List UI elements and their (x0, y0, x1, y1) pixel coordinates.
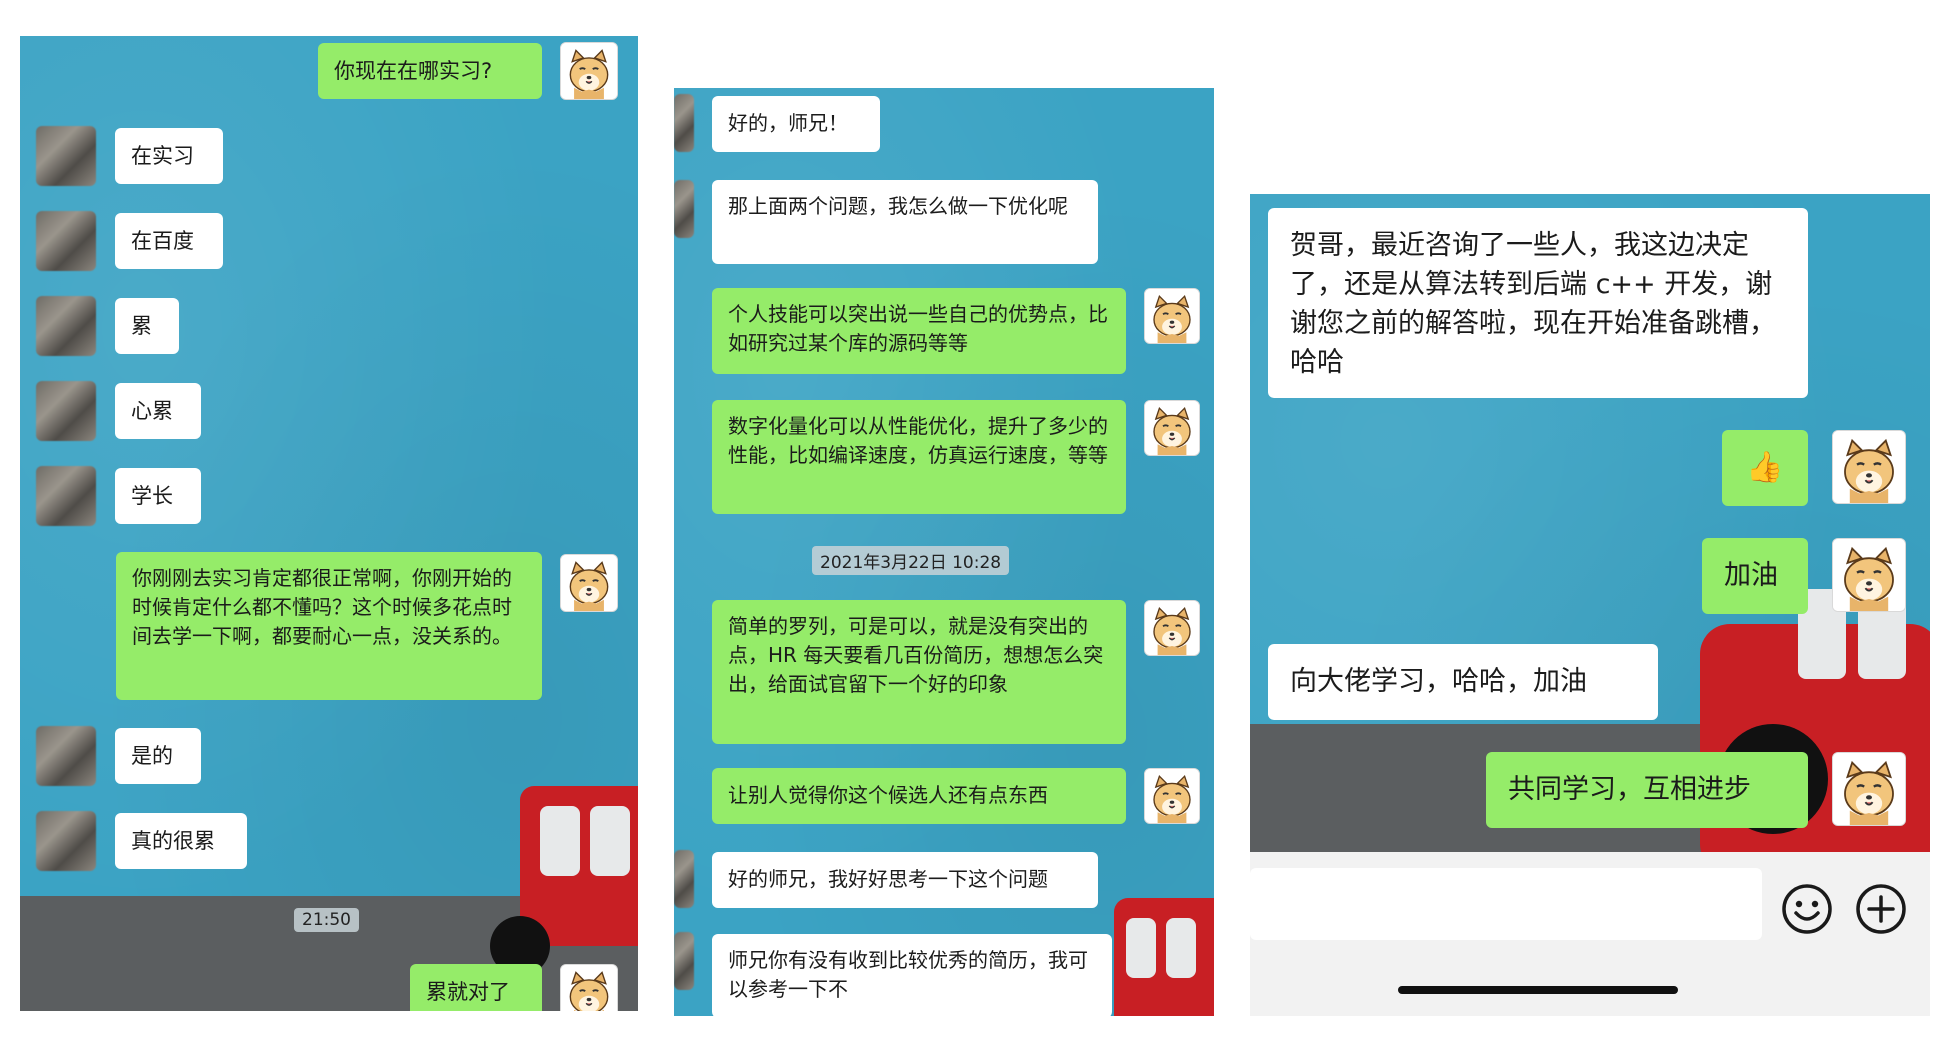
avatar-self[interactable] (1144, 400, 1200, 456)
avatar-contact[interactable] (36, 381, 96, 441)
thumbs-up-icon: 👍 (1746, 450, 1784, 486)
wallpaper-car-window (540, 806, 580, 876)
shiba-avatar-icon (1833, 431, 1905, 503)
message-bubble-contact[interactable]: 累 (115, 298, 179, 354)
avatar-self[interactable] (1832, 538, 1906, 612)
shiba-avatar-icon (1145, 769, 1199, 823)
avatar-contact[interactable] (36, 126, 96, 186)
message-bubble-contact[interactable]: 在实习 (115, 128, 223, 184)
avatar-contact[interactable] (674, 94, 694, 152)
avatar-self[interactable] (1144, 288, 1200, 344)
message-bubble-self[interactable]: 数字化量化可以从性能优化，提升了多少的性能，比如编译速度，仿真运行速度，等等 (712, 400, 1126, 514)
chat-panel-middle: 好的，师兄！ 那上面两个问题，我怎么做一下优化呢 个人技能可以突出说一些自己的优… (674, 88, 1214, 1016)
chat-panel-left: 你现在在哪实习? 在实习 在百度 累 心累 学长 你刚刚去实习肯定都很正常啊，你… (20, 36, 638, 1011)
message-bubble-self[interactable]: 共同学习，互相进步 (1486, 752, 1808, 828)
message-bubble-contact[interactable]: 好的，师兄！ (712, 96, 880, 152)
message-bubble-contact[interactable]: 师兄你有没有收到比较优秀的简历，我可以参考一下不 (712, 934, 1112, 1016)
wallpaper-car-window (1166, 918, 1196, 978)
message-bubble-self[interactable]: 简单的罗列，可是可以，就是没有突出的点，HR 每天要看几百份简历，想想怎么突出，… (712, 600, 1126, 744)
message-bubble-contact[interactable]: 好的师兄，我好好思考一下这个问题 (712, 852, 1098, 908)
avatar-contact[interactable] (36, 296, 96, 356)
shiba-avatar-icon (561, 43, 617, 99)
avatar-self[interactable] (560, 964, 618, 1011)
timestamp: 2021年3月22日 10:28 (812, 546, 1010, 575)
message-bubble-self[interactable]: 累就对了 (410, 964, 542, 1011)
avatar-contact[interactable] (674, 932, 694, 990)
avatar-contact[interactable] (36, 211, 96, 271)
avatar-self[interactable] (560, 42, 618, 100)
shiba-avatar-icon (1145, 601, 1199, 655)
chat-panel-right: 贺哥，最近咨询了一些人，我这边决定了，还是从算法转到后端 c++ 开发，谢谢您之… (1250, 194, 1930, 1016)
avatar-self[interactable] (1144, 600, 1200, 656)
shiba-avatar-icon (561, 965, 617, 1011)
message-bubble-contact[interactable]: 在百度 (115, 213, 223, 269)
message-bubble-contact[interactable]: 那上面两个问题，我怎么做一下优化呢 (712, 180, 1098, 264)
wallpaper-car-window (590, 806, 630, 876)
message-input-bar (1250, 852, 1930, 1016)
shiba-avatar-icon (1145, 289, 1199, 343)
add-icon[interactable] (1854, 882, 1908, 936)
message-bubble-self[interactable]: 你刚刚去实习肯定都很正常啊，你刚开始的时候肯定什么都不懂吗？这个时候多花点时间去… (116, 552, 542, 700)
message-bubble-contact[interactable]: 向大佬学习，哈哈，加油 (1268, 644, 1658, 720)
message-bubble-self[interactable]: 👍 (1722, 430, 1808, 506)
message-bubble-contact[interactable]: 是的 (115, 728, 201, 784)
message-bubble-self[interactable]: 个人技能可以突出说一些自己的优势点，比如研究过某个库的源码等等 (712, 288, 1126, 374)
wallpaper-car-window (1126, 918, 1156, 978)
avatar-self[interactable] (1832, 752, 1906, 826)
message-bubble-contact[interactable]: 心累 (115, 383, 201, 439)
home-indicator[interactable] (1398, 986, 1678, 994)
message-bubble-contact[interactable]: 贺哥，最近咨询了一些人，我这边决定了，还是从算法转到后端 c++ 开发，谢谢您之… (1268, 208, 1808, 398)
message-bubble-self[interactable]: 让别人觉得你这个候选人还有点东西 (712, 768, 1126, 824)
shiba-avatar-icon (1145, 401, 1199, 455)
shiba-avatar-icon (1833, 753, 1905, 825)
avatar-contact[interactable] (36, 466, 96, 526)
avatar-self[interactable] (1832, 430, 1906, 504)
shiba-avatar-icon (561, 555, 617, 611)
timestamp: 21:50 (294, 908, 359, 932)
avatar-contact[interactable] (674, 180, 694, 238)
message-input[interactable] (1250, 868, 1762, 940)
emoji-icon[interactable] (1780, 882, 1834, 936)
shiba-avatar-icon (1833, 539, 1905, 611)
avatar-self[interactable] (560, 554, 618, 612)
message-bubble-contact[interactable]: 学长 (115, 468, 201, 524)
avatar-contact[interactable] (36, 811, 96, 871)
avatar-contact[interactable] (36, 726, 96, 786)
avatar-contact[interactable] (674, 850, 694, 908)
avatar-self[interactable] (1144, 768, 1200, 824)
message-bubble-self[interactable]: 加油 (1702, 538, 1808, 614)
message-bubble-contact[interactable]: 真的很累 (115, 813, 247, 869)
message-bubble-self[interactable]: 你现在在哪实习? (318, 43, 542, 99)
